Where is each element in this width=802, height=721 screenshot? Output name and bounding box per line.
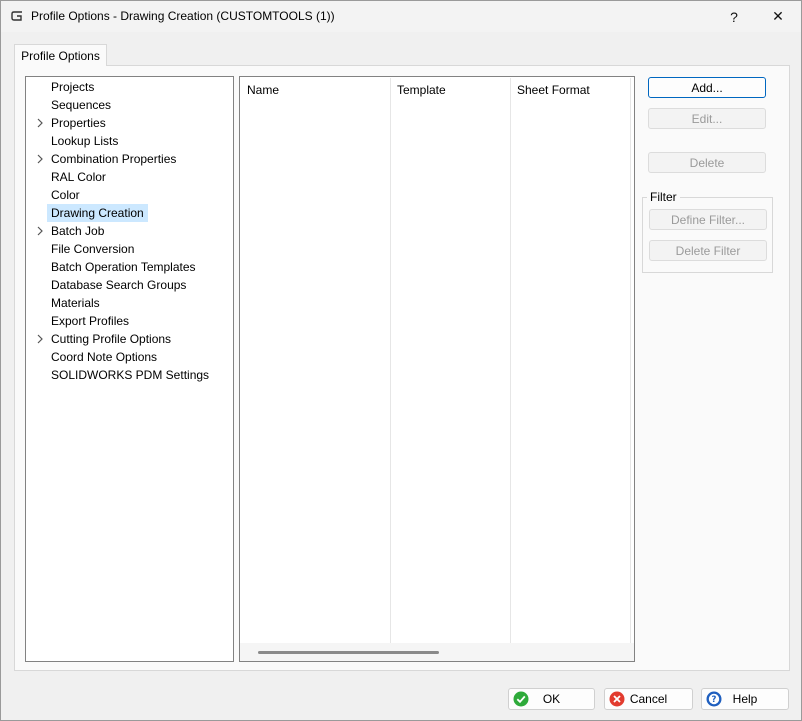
- tree-item-ral-color[interactable]: RAL Color: [26, 168, 233, 186]
- tree-item-color[interactable]: Color: [26, 186, 233, 204]
- column-divider[interactable]: [390, 78, 391, 644]
- help-button[interactable]: ? Help: [701, 688, 789, 710]
- options-tree[interactable]: Projects Sequences Properties Lookup Lis…: [25, 76, 234, 662]
- tree-item-batch-job[interactable]: Batch Job: [26, 222, 233, 240]
- tree-item-solidworks-pdm-settings[interactable]: SOLIDWORKS PDM Settings: [26, 366, 233, 384]
- tree-item-database-search-groups[interactable]: Database Search Groups: [26, 276, 233, 294]
- tab-profile-options[interactable]: Profile Options: [14, 44, 107, 66]
- tree-item-label: Sequences: [51, 98, 112, 112]
- column-header-template[interactable]: Template: [397, 83, 446, 97]
- window-title: Profile Options - Drawing Creation (CUST…: [31, 9, 335, 23]
- tree-item-materials[interactable]: Materials: [26, 294, 233, 312]
- help-label: Help: [732, 692, 758, 706]
- filter-legend: Filter: [647, 190, 680, 204]
- dialog-window: Profile Options - Drawing Creation (CUST…: [0, 0, 802, 721]
- chevron-right-icon[interactable]: [35, 330, 45, 348]
- tree-item-sequences[interactable]: Sequences: [26, 96, 233, 114]
- tree-item-label: RAL Color: [51, 170, 106, 184]
- cancel-button[interactable]: Cancel: [604, 688, 693, 710]
- tree-item-drawing-creation[interactable]: Drawing Creation: [26, 204, 233, 222]
- tree-item-label: Database Search Groups: [51, 278, 187, 292]
- tree-item-properties[interactable]: Properties: [26, 114, 233, 132]
- tree-item-lookup-lists[interactable]: Lookup Lists: [26, 132, 233, 150]
- tree-item-file-conversion[interactable]: File Conversion: [26, 240, 233, 258]
- tree-item-label: Color: [51, 188, 80, 202]
- tree-item-label: Combination Properties: [51, 152, 177, 166]
- column-header-name[interactable]: Name: [247, 83, 279, 97]
- tree-item-label: Batch Job: [51, 224, 105, 238]
- add-button[interactable]: Add...: [648, 77, 766, 98]
- tree-item-label: Properties: [51, 116, 106, 130]
- cancel-label: Cancel: [629, 692, 668, 706]
- edit-button[interactable]: Edit...: [648, 108, 766, 129]
- column-divider[interactable]: [510, 78, 511, 644]
- tree-item-cutting-profile-options[interactable]: Cutting Profile Options: [26, 330, 233, 348]
- tree-item-projects[interactable]: Projects: [26, 78, 233, 96]
- chevron-right-icon[interactable]: [35, 150, 45, 168]
- column-divider[interactable]: [630, 78, 631, 644]
- tree-item-combination-properties[interactable]: Combination Properties: [26, 150, 233, 168]
- drawing-creation-list[interactable]: Name Template Sheet Format: [239, 76, 635, 662]
- help-title-button[interactable]: ?: [712, 1, 756, 32]
- tab-label: Profile Options: [21, 48, 100, 63]
- ok-button[interactable]: OK: [508, 688, 595, 710]
- scrollbar-thumb[interactable]: [258, 651, 439, 654]
- chevron-right-icon[interactable]: [35, 114, 45, 132]
- tree-item-export-profiles[interactable]: Export Profiles: [26, 312, 233, 330]
- tree-item-label: Export Profiles: [51, 314, 130, 328]
- tree-item-label: Drawing Creation: [47, 204, 148, 222]
- tree-item-label: Batch Operation Templates: [51, 260, 196, 274]
- custom-tools-icon: [11, 11, 22, 21]
- close-button[interactable]: ✕: [756, 1, 800, 32]
- tree-item-coord-note-options[interactable]: Coord Note Options: [26, 348, 233, 366]
- tree-item-label: SOLIDWORKS PDM Settings: [51, 368, 210, 382]
- horizontal-scrollbar[interactable]: [240, 643, 634, 661]
- tree-item-label: Lookup Lists: [51, 134, 119, 148]
- ok-label: OK: [542, 692, 561, 706]
- tree-item-label: Projects: [51, 80, 95, 94]
- delete-button[interactable]: Delete: [648, 152, 766, 173]
- tree-item-label: Coord Note Options: [51, 350, 158, 364]
- chevron-right-icon[interactable]: [35, 222, 45, 240]
- tree-item-label: Cutting Profile Options: [51, 332, 172, 346]
- tree-item-batch-operation-templates[interactable]: Batch Operation Templates: [26, 258, 233, 276]
- define-filter-button[interactable]: Define Filter...: [649, 209, 767, 230]
- title-bar[interactable]: Profile Options - Drawing Creation (CUST…: [1, 1, 801, 32]
- tree-item-label: Materials: [51, 296, 100, 310]
- delete-filter-button[interactable]: Delete Filter: [649, 240, 767, 261]
- column-header-sheet-format[interactable]: Sheet Format: [517, 83, 590, 97]
- tree-item-label: File Conversion: [51, 242, 135, 256]
